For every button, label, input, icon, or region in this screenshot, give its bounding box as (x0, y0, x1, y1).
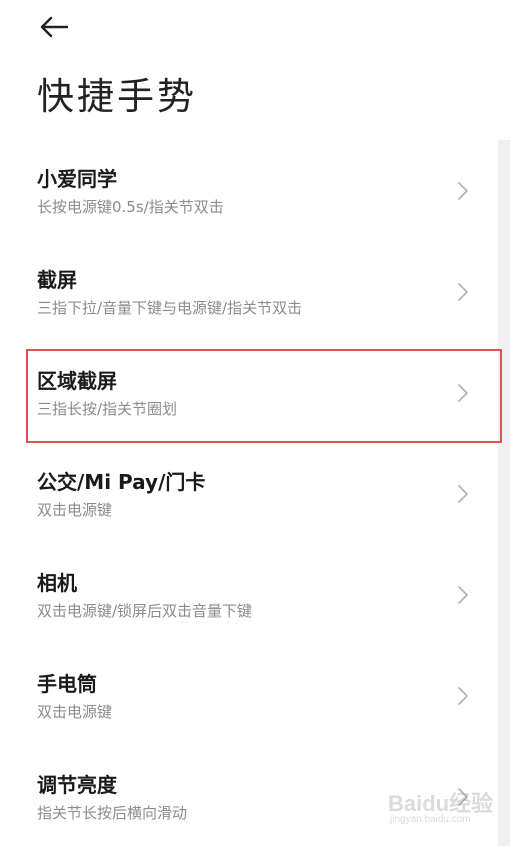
page-title: 快捷手势 (37, 75, 197, 118)
chevron-right-icon (458, 586, 468, 604)
list-item-camera[interactable]: 相机 双击电源键/锁屏后双击音量下键 (0, 544, 498, 645)
item-title: 调节亮度 (37, 773, 117, 797)
list-item-screenshot[interactable]: 截屏 三指下拉/音量下键与电源键/指关节双击 (0, 241, 498, 342)
item-title: 手电筒 (37, 672, 97, 696)
list-item-xiaoai[interactable]: 小爱同学 长按电源键0.5s/指关节双击 (0, 140, 498, 241)
item-subtitle: 三指下拉/音量下键与电源键/指关节双击 (37, 299, 303, 317)
item-title: 区域截屏 (37, 369, 117, 393)
list-item-flashlight[interactable]: 手电筒 双击电源键 (0, 645, 498, 746)
item-subtitle: 双击电源键/锁屏后双击音量下键 (37, 602, 253, 620)
item-subtitle: 三指长按/指关节圈划 (37, 400, 178, 418)
list-item-region-screenshot[interactable]: 区域截屏 三指长按/指关节圈划 (0, 342, 498, 443)
chevron-right-icon (458, 788, 468, 806)
gesture-list: 小爱同学 长按电源键0.5s/指关节双击 截屏 三指下拉/音量下键与电源键/指关… (0, 140, 498, 847)
chevron-right-icon (458, 687, 468, 705)
chevron-right-icon (458, 384, 468, 402)
item-subtitle: 长按电源键0.5s/指关节双击 (37, 198, 224, 216)
item-title: 公交/Mi Pay/门卡 (37, 470, 206, 494)
item-title: 小爱同学 (37, 167, 117, 191)
list-item-mi-pay[interactable]: 公交/Mi Pay/门卡 双击电源键 (0, 443, 498, 544)
arrow-left-icon (40, 16, 69, 38)
chevron-right-icon (458, 182, 468, 200)
chevron-right-icon (458, 283, 468, 301)
item-title: 相机 (37, 571, 77, 595)
item-subtitle: 双击电源键 (37, 501, 113, 519)
item-subtitle: 双击电源键 (37, 703, 113, 721)
back-button[interactable] (34, 10, 74, 44)
item-title: 截屏 (37, 268, 77, 292)
list-item-brightness[interactable]: 调节亮度 指关节长按后横向滑动 (0, 746, 498, 847)
item-subtitle: 指关节长按后横向滑动 (37, 804, 188, 822)
scrollbar[interactable] (498, 140, 510, 846)
chevron-right-icon (458, 485, 468, 503)
